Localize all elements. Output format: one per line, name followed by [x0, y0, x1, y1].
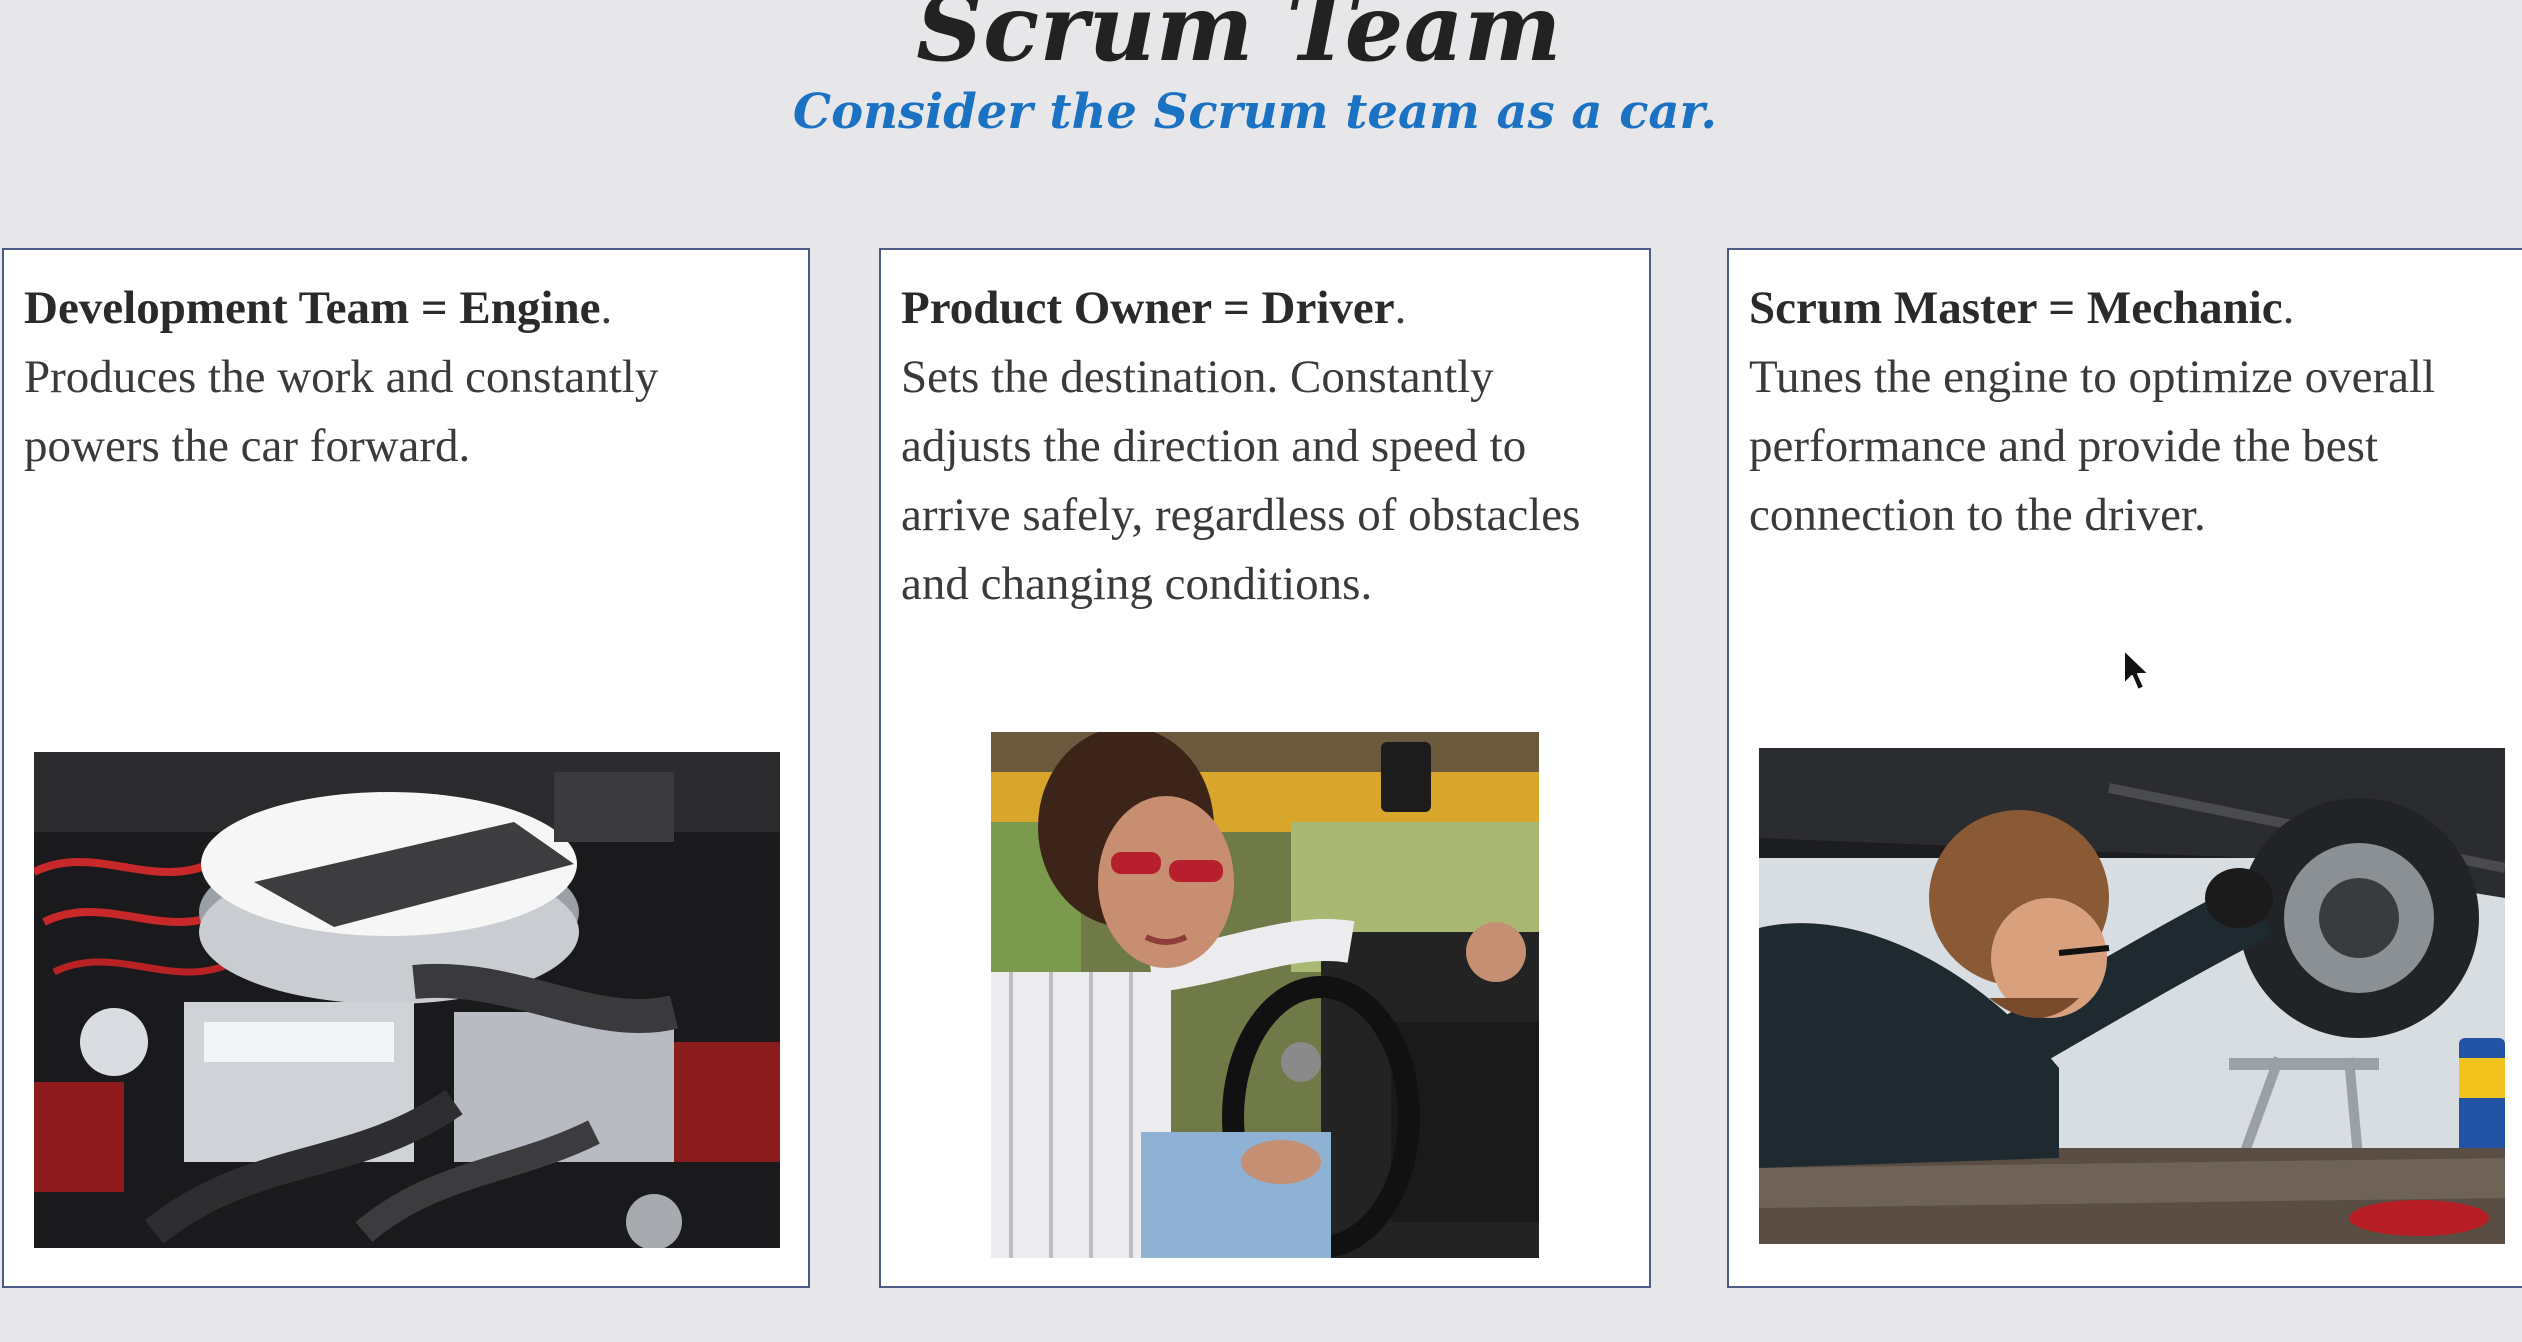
slide-title: Scrum Team: [916, 0, 1562, 82]
driver-photo: [991, 732, 1539, 1258]
slide-subtitle: Consider the Scrum team as a car.: [792, 84, 1718, 140]
card-scrum-master-text: Scrum Master = Mechanic. Tunes the engine…: [1749, 282, 2436, 541]
card-development-team: Development Team = Engine. Produces the w…: [2, 248, 810, 1288]
card-product-owner-body: Sets the destination. Constantly adjusts…: [901, 351, 1581, 610]
card-product-owner-text: Product Owner = Driver. Sets the destinat…: [901, 282, 1581, 610]
card-product-owner: Product Owner = Driver. Sets the destinat…: [879, 248, 1651, 1288]
mechanic-photo: [1759, 748, 2505, 1244]
car-engine-photo: [34, 752, 780, 1248]
card-development-team-body: Produces the work and constantly powers …: [24, 351, 659, 472]
mouse-pointer-icon: [2123, 649, 2150, 691]
card-development-team-heading: Development Team = Engine: [24, 282, 601, 334]
card-development-team-text: Development Team = Engine. Produces the w…: [24, 282, 659, 472]
card-scrum-master: Scrum Master = Mechanic. Tunes the engine…: [1727, 248, 2522, 1288]
card-product-owner-heading: Product Owner = Driver: [901, 282, 1395, 334]
card-scrum-master-body: Tunes the engine to optimize overall per…: [1749, 351, 2436, 541]
card-scrum-master-heading: Scrum Master = Mechanic: [1749, 282, 2283, 334]
